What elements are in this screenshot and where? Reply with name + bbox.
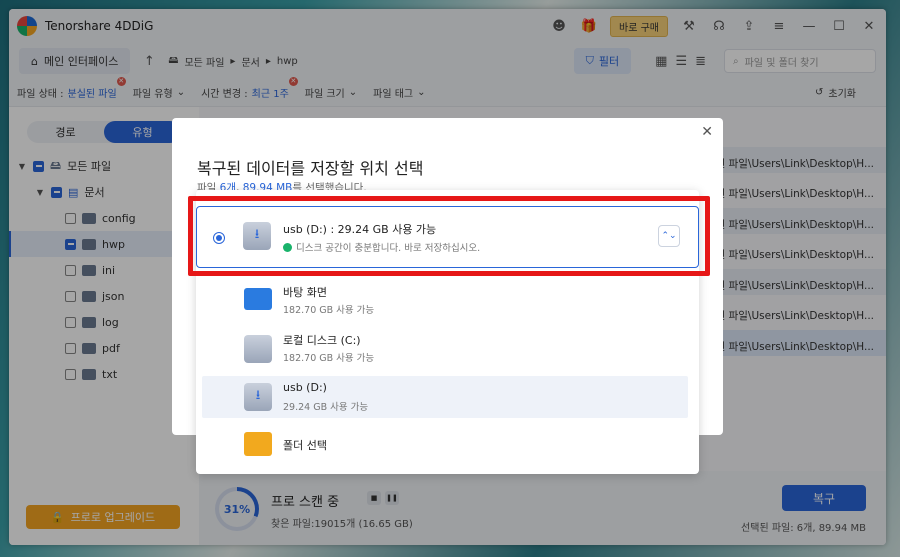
dialog-title: 복구된 데이터를 저장할 위치 선택 [197,159,424,178]
usb-icon: ⭳ [244,383,272,411]
drive-icon [244,335,272,363]
option-name: 로컬 디스크 (C:) [283,334,361,347]
option-hover-bg [202,376,688,418]
option-name: 폴더 선택 [283,439,327,452]
option-name: 바탕 화면 [283,286,327,299]
option-sub: 182.70 GB 사용 가능 [283,305,375,316]
desktop-icon [244,288,272,310]
close-icon[interactable]: ✕ [701,124,713,140]
highlight-annotation [188,196,710,276]
option-sub: 29.24 GB 사용 가능 [283,402,369,413]
folder-icon [244,432,272,456]
option-sub: 182.70 GB 사용 가능 [283,353,375,364]
option-name: usb (D:) [283,381,327,394]
